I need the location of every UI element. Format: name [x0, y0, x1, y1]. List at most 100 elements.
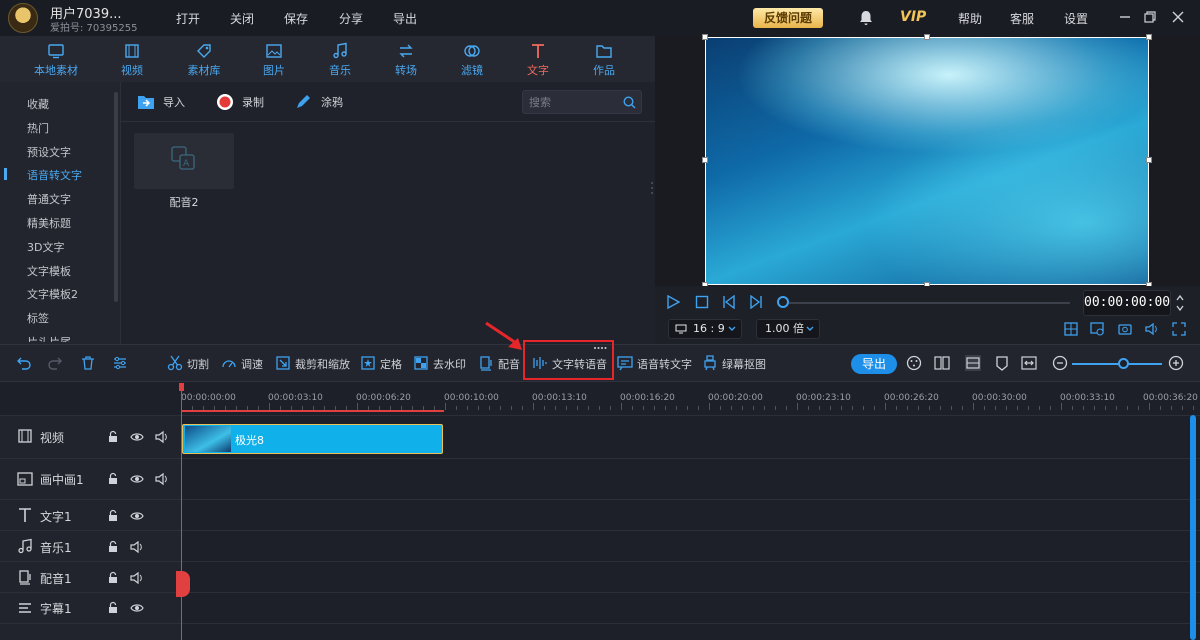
- menu-help[interactable]: 帮助: [958, 10, 982, 27]
- import-button[interactable]: 导入: [163, 94, 185, 110]
- tab-image[interactable]: 图片: [239, 36, 309, 82]
- menu-open[interactable]: 打开: [176, 10, 200, 27]
- timeline-ruler[interactable]: 00:00:00:00 00:00:03:10 00:00:06:20 00:0…: [181, 383, 1200, 415]
- eye-icon[interactable]: [130, 472, 144, 486]
- speed-button[interactable]: 调速: [241, 356, 263, 372]
- palette-icon[interactable]: [906, 355, 922, 371]
- stop-icon[interactable]: [695, 295, 709, 309]
- nav-popular[interactable]: 热门: [27, 120, 49, 136]
- doodle-icon[interactable]: [294, 93, 312, 111]
- tab-local-media[interactable]: 本地素材: [21, 36, 91, 82]
- nav-label[interactable]: 标签: [27, 310, 49, 326]
- lock-icon[interactable]: [106, 571, 120, 585]
- lock-icon[interactable]: [106, 509, 120, 523]
- delete-icon[interactable]: [80, 355, 96, 371]
- volume-icon[interactable]: [1145, 322, 1159, 336]
- nav-plain-text[interactable]: 普通文字: [27, 191, 71, 207]
- resize-handle[interactable]: [1146, 34, 1152, 40]
- redo-icon[interactable]: [47, 355, 63, 371]
- close-icon[interactable]: [1171, 10, 1185, 24]
- nav-text-template[interactable]: 文字模板: [27, 263, 71, 279]
- zoom-in-icon[interactable]: [1168, 355, 1184, 371]
- remove-watermark-button[interactable]: 去水印: [433, 356, 466, 372]
- nav-text-template-2[interactable]: 文字模板2: [27, 286, 78, 302]
- lock-icon[interactable]: [106, 430, 120, 444]
- play-icon[interactable]: [666, 295, 680, 309]
- lock-icon[interactable]: [106, 472, 120, 486]
- volume-icon[interactable]: [155, 430, 169, 444]
- tab-video[interactable]: 视频: [97, 36, 167, 82]
- camera-icon[interactable]: [1118, 322, 1132, 336]
- record-button[interactable]: 录制: [242, 94, 264, 110]
- menu-service[interactable]: 客服: [1010, 10, 1034, 27]
- scissors-icon[interactable]: [167, 355, 183, 371]
- tab-material-library[interactable]: 素材库: [169, 36, 239, 82]
- green-screen-button[interactable]: 绿幕抠图: [722, 356, 766, 372]
- volume-icon[interactable]: [155, 472, 169, 486]
- timecode-display[interactable]: 00:00:00:00: [1083, 290, 1171, 316]
- settings-screen-icon[interactable]: [1090, 322, 1104, 336]
- resize-handle[interactable]: [1146, 157, 1152, 163]
- tab-filter[interactable]: 滤镜: [437, 36, 507, 82]
- progress-knob[interactable]: [777, 296, 789, 308]
- resize-handle[interactable]: [924, 34, 930, 40]
- tab-transition[interactable]: 转场: [371, 36, 441, 82]
- scrollbar[interactable]: [114, 92, 118, 302]
- timeline-scrollbar[interactable]: [1190, 415, 1196, 640]
- marker-icon[interactable]: [994, 355, 1010, 371]
- tab-music[interactable]: 音乐: [305, 36, 375, 82]
- nav-favorites[interactable]: 收藏: [27, 96, 49, 112]
- tab-text[interactable]: 文字: [503, 36, 573, 82]
- prev-frame-icon[interactable]: [722, 295, 736, 309]
- zoom-slider-track[interactable]: [1072, 363, 1162, 365]
- lock-icon[interactable]: [106, 601, 120, 615]
- import-icon[interactable]: [137, 94, 155, 110]
- nav-3d-text[interactable]: 3D文字: [27, 239, 64, 255]
- playhead-handle[interactable]: [179, 383, 184, 391]
- zoom-out-icon[interactable]: [1052, 355, 1068, 371]
- crop-zoom-button[interactable]: 裁剪和缩放: [295, 356, 350, 372]
- volume-icon[interactable]: [130, 540, 144, 554]
- search-input[interactable]: [529, 94, 619, 110]
- eye-icon[interactable]: [130, 509, 144, 523]
- search-icon[interactable]: [623, 96, 636, 109]
- speech-to-text-icon[interactable]: [617, 355, 633, 371]
- minimize-icon[interactable]: [1118, 10, 1132, 24]
- freeze-frame-icon[interactable]: [360, 355, 376, 371]
- playhead[interactable]: [181, 383, 182, 640]
- eye-icon[interactable]: [130, 601, 144, 615]
- eye-icon[interactable]: [130, 430, 144, 444]
- fullscreen-icon[interactable]: [1172, 322, 1186, 336]
- crop-icon[interactable]: [275, 355, 291, 371]
- bell-icon[interactable]: [858, 10, 874, 26]
- export-button[interactable]: 导出: [851, 354, 897, 374]
- doodle-button[interactable]: 涂鸦: [321, 94, 343, 110]
- split-view-icon[interactable]: [934, 355, 950, 371]
- resize-handle[interactable]: [702, 157, 708, 163]
- next-frame-icon[interactable]: [749, 295, 763, 309]
- speed-icon[interactable]: [221, 355, 237, 371]
- cut-button[interactable]: 切割: [187, 356, 209, 372]
- media-thumbnail[interactable]: A: [134, 133, 234, 189]
- adjust-icon[interactable]: [112, 355, 128, 371]
- tab-works[interactable]: 作品: [569, 36, 639, 82]
- video-clip[interactable]: 极光8: [182, 424, 443, 454]
- menu-close[interactable]: 关闭: [230, 10, 254, 27]
- freeze-frame-button[interactable]: 定格: [380, 356, 402, 372]
- undo-icon[interactable]: [16, 355, 32, 371]
- mic-icon[interactable]: [478, 355, 494, 371]
- nav-speech-to-text[interactable]: 语音转文字: [27, 167, 82, 183]
- menu-save[interactable]: 保存: [284, 10, 308, 27]
- timecode-stepper-icon[interactable]: [1175, 292, 1185, 314]
- preview-video[interactable]: [705, 37, 1149, 285]
- nav-preset-text[interactable]: 预设文字: [27, 144, 71, 160]
- avatar[interactable]: [8, 3, 38, 33]
- dubbing-button[interactable]: 配音: [498, 356, 520, 372]
- resize-handle[interactable]: [702, 34, 708, 40]
- menu-settings[interactable]: 设置: [1064, 10, 1088, 27]
- panel-resize-handle[interactable]: [650, 180, 654, 196]
- layout-icon[interactable]: [1064, 322, 1078, 336]
- nav-fancy-title[interactable]: 精美标题: [27, 215, 71, 231]
- volume-icon[interactable]: [130, 571, 144, 585]
- aspect-ratio-select[interactable]: 16 : 9: [668, 319, 742, 339]
